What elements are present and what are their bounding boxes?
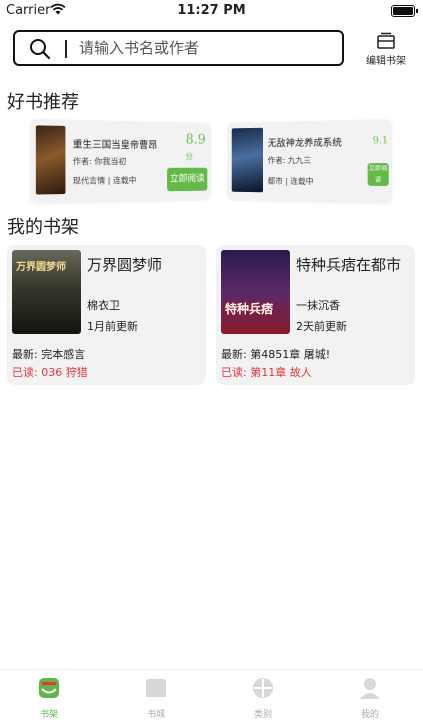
tab-label: 类别 <box>253 710 272 720</box>
tab-bookshelf[interactable]: 书架 <box>19 676 79 720</box>
tab-bookstore[interactable]: 书城 <box>126 676 186 720</box>
bookshelf-icon <box>37 676 61 700</box>
recommend-card[interactable]: 重生三国当皇帝曹昂 作者: 你我当初 现代言情 | 连载中 8.9分 立即阅读 <box>30 118 211 204</box>
edit-shelf-label: 编辑书架 <box>366 56 406 67</box>
shelf-book-card[interactable]: 特种兵痞 特种兵痞在都市 一抹沉香 2天前更新 最新: 第4851章 屠城! 已… <box>216 245 415 385</box>
status-bar: Carrier 11:27 PM <box>0 0 423 22</box>
book-cover <box>35 125 66 195</box>
book-cover <box>231 127 263 193</box>
book-author: 一抹沉香 <box>296 299 340 312</box>
recommend-tags: 都市 | 连载中 <box>267 176 314 187</box>
recommend-title: 重生三国当皇帝曹昂 <box>72 139 158 152</box>
tab-category[interactable]: 类别 <box>233 676 293 720</box>
bookstore-icon <box>144 676 168 700</box>
read-progress: 已读: 036 狩猎 <box>12 366 88 379</box>
book-cover: 特种兵痞 <box>221 250 290 334</box>
book-author: 棉衣卫 <box>87 299 120 312</box>
book-title: 特种兵痞在都市 <box>296 256 402 274</box>
search-divider <box>65 40 67 58</box>
shelf-heading: 我的书架 <box>7 217 79 238</box>
clock: 11:27 PM <box>177 3 246 18</box>
edit-shelf-button[interactable]: 编辑书架 <box>358 30 414 67</box>
search-input[interactable] <box>79 37 329 59</box>
battery-icon <box>391 5 418 17</box>
search-box[interactable] <box>13 30 344 66</box>
tab-label: 我的 <box>360 710 379 720</box>
book-updated: 2天前更新 <box>296 320 347 333</box>
shelf-book-card[interactable]: 万界圆梦师 万界圆梦师 棉衣卫 1月前更新 最新: 完本感言 已读: 036 狩… <box>7 245 206 385</box>
category-icon <box>251 676 275 700</box>
tab-profile[interactable]: 我的 <box>340 676 400 720</box>
recommend-score: 8.9分 <box>185 131 206 161</box>
recommend-author: 作者: 你我当初 <box>72 156 127 167</box>
recommend-score: 9.1 <box>372 135 388 147</box>
read-now-button[interactable]: 立即阅读 <box>367 163 389 187</box>
recommend-title: 无敌神龙养成系统 <box>267 137 342 150</box>
read-now-button[interactable]: 立即阅读 <box>167 167 208 192</box>
tab-bar: 书架 书城 类别 我的 <box>0 669 423 724</box>
book-updated: 1月前更新 <box>87 320 138 333</box>
recommend-heading: 好书推荐 <box>7 92 79 113</box>
profile-icon <box>358 676 382 700</box>
recommend-author: 作者: 九九三 <box>267 155 312 166</box>
latest-chapter: 最新: 完本感言 <box>12 348 86 361</box>
read-progress: 已读: 第11章 故人 <box>221 366 312 379</box>
latest-chapter: 最新: 第4851章 屠城! <box>221 348 331 361</box>
tab-label: 书架 <box>39 710 58 720</box>
tab-label: 书城 <box>146 710 165 720</box>
book-title: 万界圆梦师 <box>87 256 163 274</box>
search-icon <box>29 38 51 64</box>
recommend-tags: 现代言情 | 连载中 <box>72 175 137 186</box>
recommend-card[interactable]: 无敌神龙养成系统 作者: 九九三 都市 | 连载中 9.1 立即阅读 <box>227 119 392 203</box>
edit-shelf-icon <box>377 32 395 54</box>
book-cover: 万界圆梦师 <box>12 250 81 334</box>
